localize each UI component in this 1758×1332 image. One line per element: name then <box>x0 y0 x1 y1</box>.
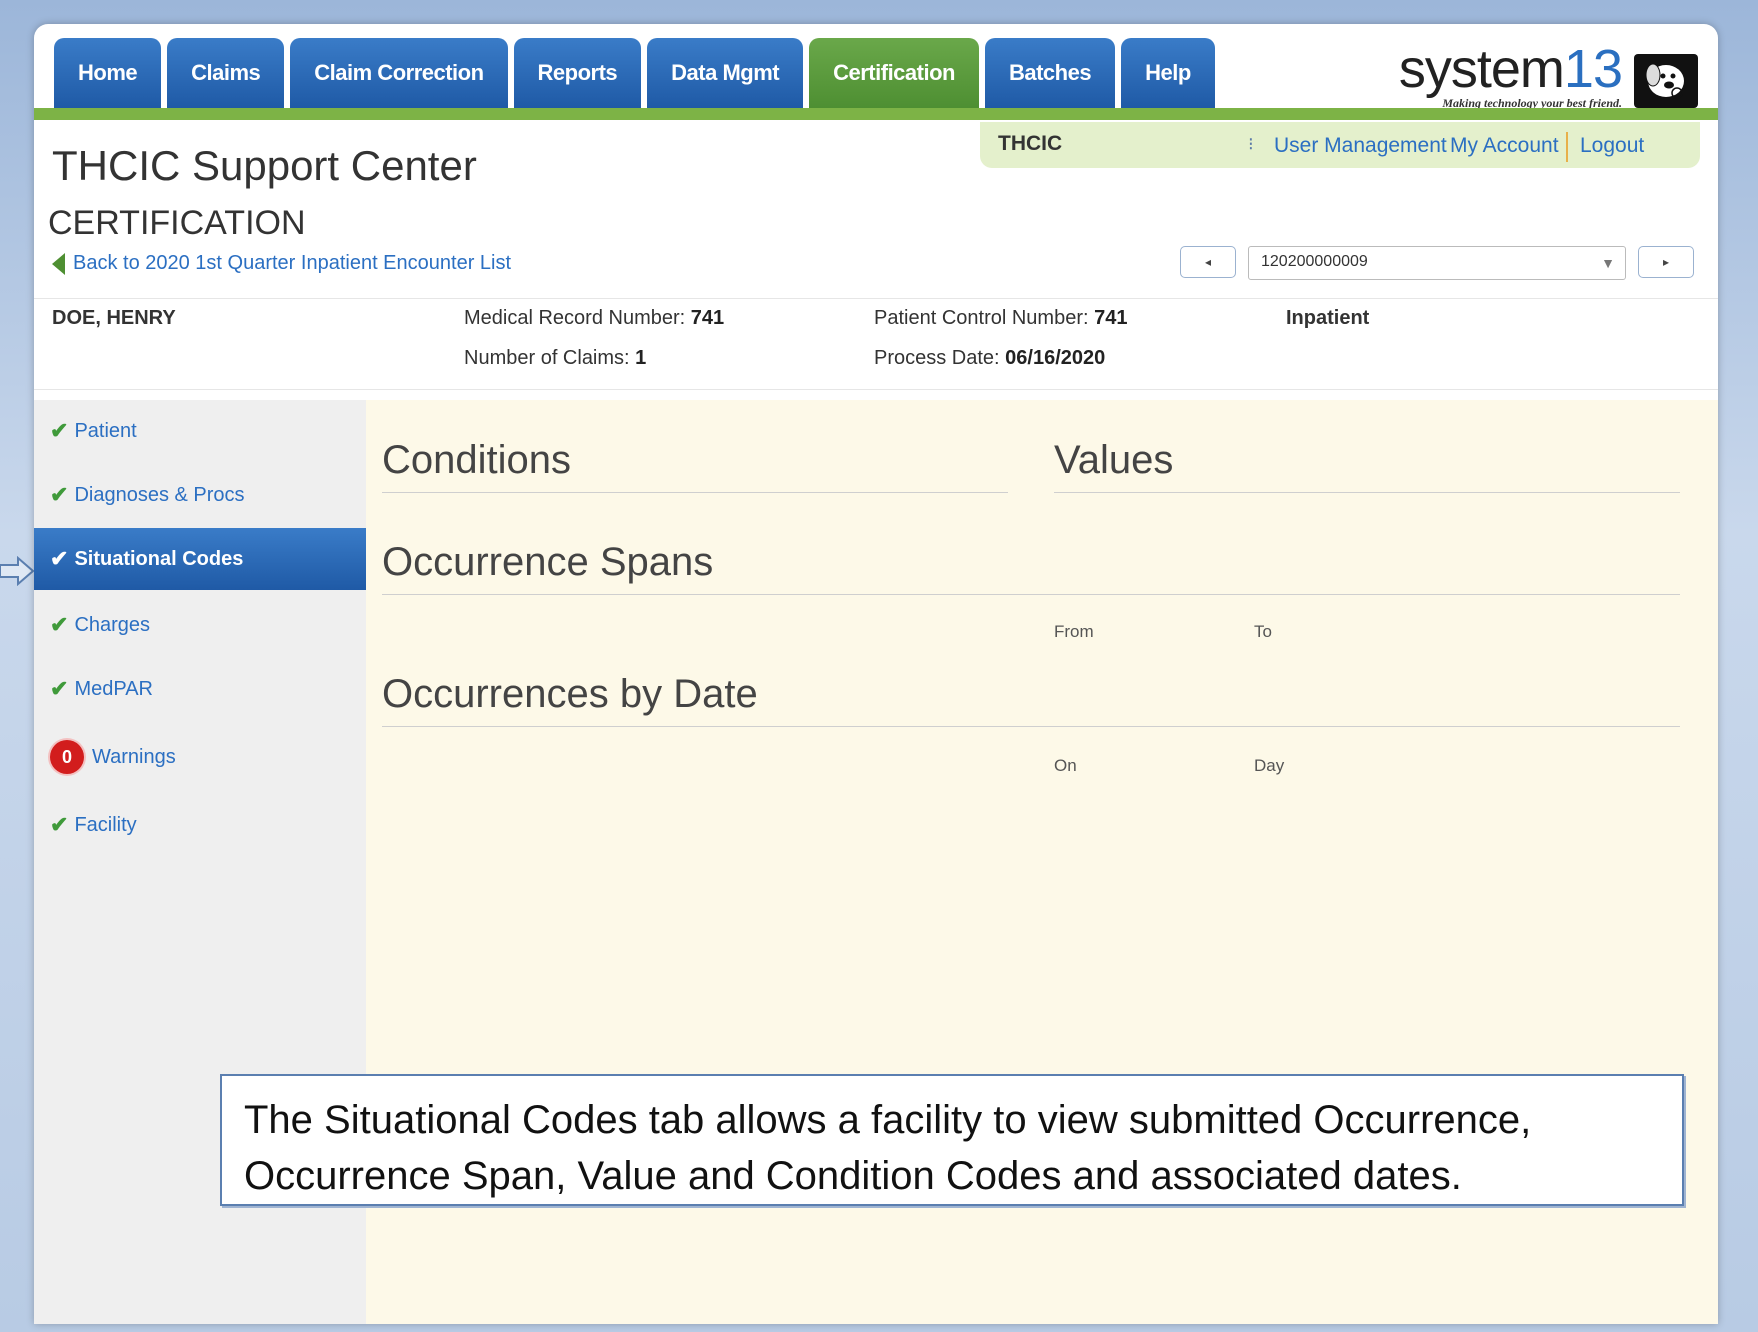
sidebar-item-medpar[interactable]: ✔ MedPAR <box>34 658 366 720</box>
check-icon: ✔ <box>50 418 69 443</box>
my-account-link[interactable]: My Account <box>1450 134 1559 158</box>
check-icon: ✔ <box>50 546 69 571</box>
section-title: CERTIFICATION <box>48 204 306 242</box>
user-management-link[interactable]: User Management <box>1274 134 1447 158</box>
occurrence-spans-heading: Occurrence Spans <box>382 540 714 584</box>
logo-brand: system <box>1398 39 1565 99</box>
divider <box>1054 492 1680 493</box>
divider <box>382 492 1008 493</box>
prev-icon: ◂ <box>1204 255 1212 269</box>
patient-summary: DOE, HENRY Medical Record Number: 741 Nu… <box>34 298 1718 390</box>
sidebar-item-label: Diagnoses & Procs <box>74 483 245 506</box>
pointer-arrow-icon <box>0 556 34 586</box>
check-icon: ✔ <box>50 812 69 837</box>
encounter-select-value: 120200000009 <box>1261 253 1368 270</box>
pcn-label: Patient Control Number: <box>874 307 1095 329</box>
tab-certification[interactable]: Certification <box>809 38 979 108</box>
tab-claims[interactable]: Claims <box>167 38 285 108</box>
from-column-header: From <box>1054 622 1094 641</box>
org-name: THCIC <box>998 132 1063 155</box>
sidebar-item-label: Charges <box>74 613 151 636</box>
sidebar-item-facility[interactable]: ✔ Facility <box>34 794 366 856</box>
to-column-header: To <box>1254 622 1272 641</box>
back-link-label: Back to 2020 1st Quarter Inpatient Encou… <box>73 252 512 274</box>
values-heading: Values <box>1054 438 1174 482</box>
encounter-type: Inpatient <box>1286 307 1370 329</box>
user-bar: THCIC ⁝ User Management My Account Logou… <box>980 122 1700 168</box>
prev-encounter-button[interactable]: ◂ <box>1180 246 1236 278</box>
tab-claim-correction[interactable]: Claim Correction <box>290 38 508 108</box>
check-icon: ✔ <box>50 482 69 507</box>
main-nav: Home Claims Claim Correction Reports Dat… <box>54 38 1215 108</box>
divider <box>382 594 1680 595</box>
sidebar-item-situational-codes[interactable]: ✔ Situational Codes <box>34 528 366 590</box>
back-arrow-icon <box>52 252 65 275</box>
nav-underline <box>34 108 1718 120</box>
encounter-select[interactable]: 120200000009 ▼ <box>1248 246 1626 280</box>
mrn-value: 741 <box>690 307 725 329</box>
next-icon: ▸ <box>1662 255 1670 269</box>
dog-icon <box>1634 54 1698 108</box>
sidebar-item-charges[interactable]: ✔ Charges <box>34 594 366 656</box>
next-encounter-button[interactable]: ▸ <box>1638 246 1694 278</box>
sidebar-item-label: Facility <box>74 813 137 836</box>
tab-data-mgmt[interactable]: Data Mgmt <box>647 38 804 108</box>
sidebar-item-label: Patient <box>74 419 137 442</box>
claims-label: Number of Claims: <box>464 347 636 369</box>
sidebar-item-label: Warnings <box>92 745 176 768</box>
tab-batches[interactable]: Batches <box>984 38 1116 108</box>
sidebar-item-label: Situational Codes <box>74 547 244 570</box>
occurrences-by-date-heading: Occurrences by Date <box>382 672 758 716</box>
day-column-header: Day <box>1254 756 1285 775</box>
tab-reports[interactable]: Reports <box>513 38 642 108</box>
divider <box>382 726 1680 727</box>
pcn-value: 741 <box>1094 307 1128 329</box>
sidebar-item-diagnoses[interactable]: ✔ Diagnoses & Procs <box>34 464 366 526</box>
conditions-heading: Conditions <box>382 438 572 482</box>
chevron-down-icon: ▼ <box>1601 255 1615 271</box>
process-date-value: 06/16/2020 <box>1005 347 1106 369</box>
patient-name: DOE, HENRY <box>52 307 176 329</box>
logout-link[interactable]: Logout <box>1580 134 1644 158</box>
check-icon: ✔ <box>50 612 69 637</box>
logo-number: 13 <box>1563 39 1623 99</box>
divider <box>1566 132 1568 162</box>
back-link[interactable]: Back to 2020 1st Quarter Inpatient Encou… <box>52 252 511 275</box>
mrn-label: Medical Record Number: <box>464 307 691 329</box>
claims-value: 1 <box>635 347 647 369</box>
warning-count-badge: 0 <box>50 740 84 774</box>
tab-home[interactable]: Home <box>54 38 162 108</box>
annotation-callout: The Situational Codes tab allows a facil… <box>220 1074 1684 1206</box>
sidebar-item-patient[interactable]: ✔ Patient <box>34 400 366 462</box>
system13-logo[interactable]: system13 Making technology your best fri… <box>1368 38 1698 110</box>
logo-wordmark: system13 <box>1398 38 1623 100</box>
check-icon: ✔ <box>50 676 69 701</box>
tab-help[interactable]: Help <box>1121 38 1215 108</box>
sidebar-item-label: MedPAR <box>74 677 153 700</box>
page-title: THCIC Support Center <box>52 142 477 189</box>
process-date-field: Process Date: 06/16/2020 <box>874 347 1105 370</box>
pcn-field: Patient Control Number: 741 <box>874 307 1127 330</box>
on-column-header: On <box>1054 756 1077 775</box>
kebab-icon[interactable]: ⁝ <box>1248 134 1254 155</box>
mrn-field: Medical Record Number: 741 <box>464 307 724 330</box>
sidebar-item-warnings[interactable]: 0 Warnings <box>34 726 366 788</box>
process-date-label: Process Date: <box>874 347 1006 369</box>
claims-field: Number of Claims: 1 <box>464 347 646 370</box>
